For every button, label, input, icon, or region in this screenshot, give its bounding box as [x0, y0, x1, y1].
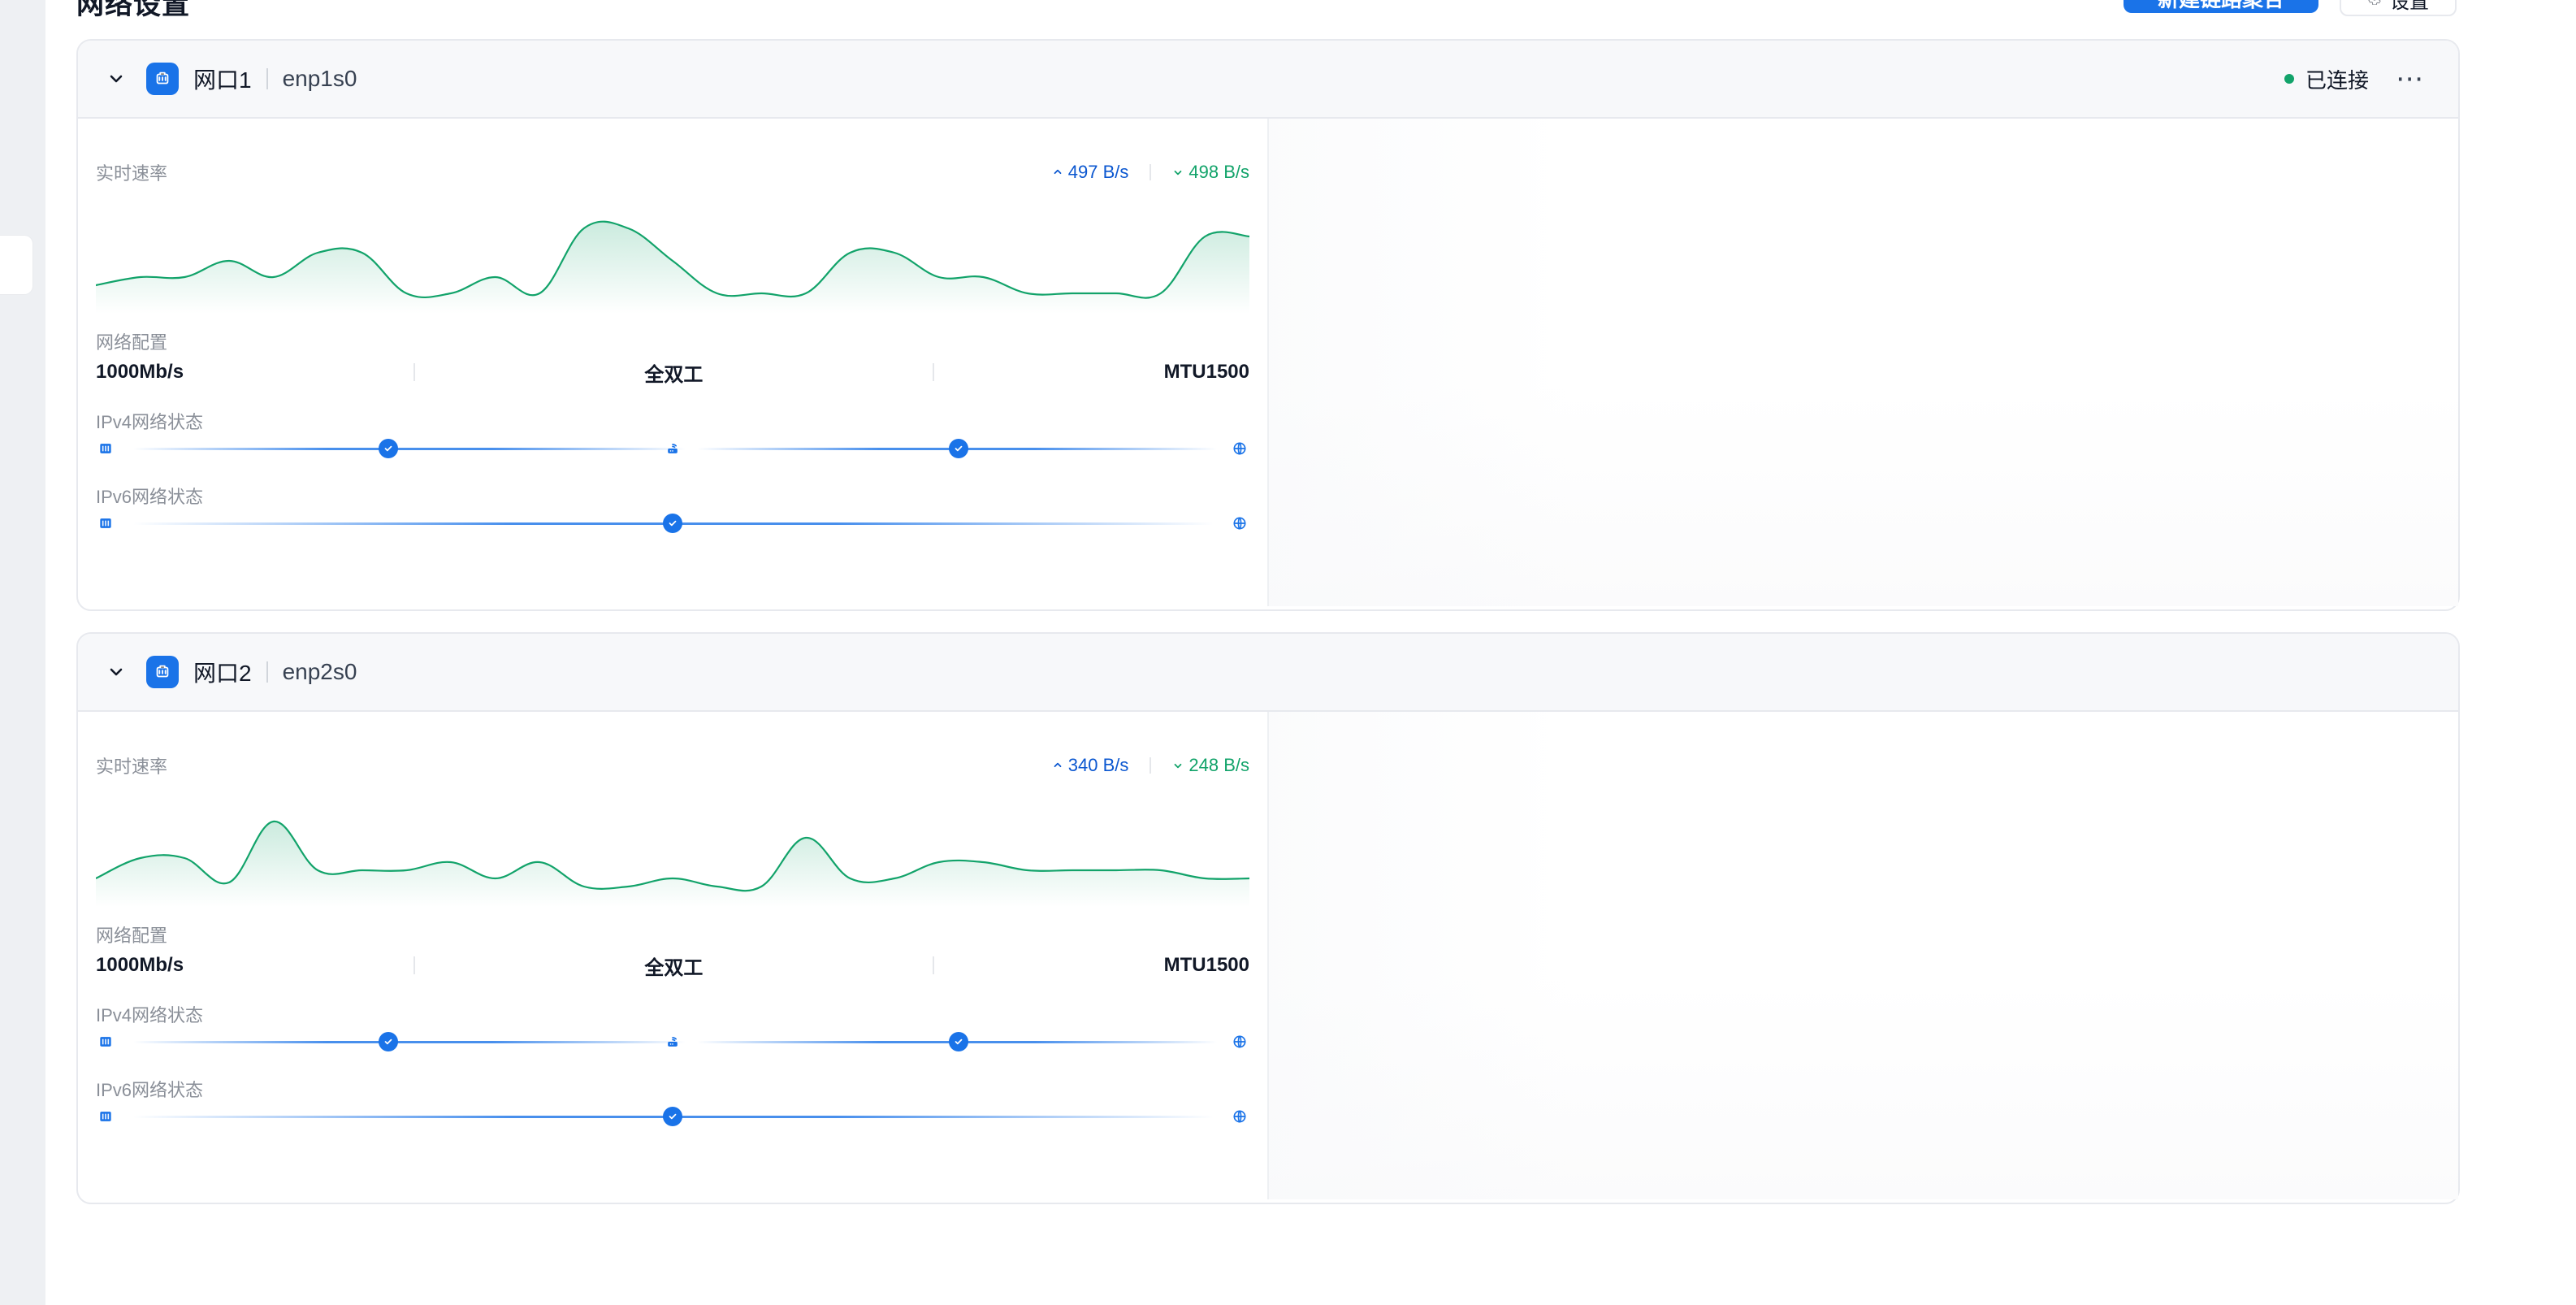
- speed-area: [96, 821, 1249, 907]
- ipv4-check-icon-2: [949, 1032, 968, 1051]
- nas-device-icon: [96, 514, 115, 533]
- ipv6-check-icon: [663, 1107, 682, 1126]
- ipv4-status-label: IPv4网络状态: [96, 1005, 204, 1025]
- chevron-down-icon[interactable]: [102, 658, 130, 686]
- port-card-body-2: 实时速率 340 B/s 248 B/s 网络配置 1000Mb/s 全双工 M…: [78, 712, 2458, 1199]
- ipv4-check-icon-2: [949, 439, 968, 458]
- download-arrow-icon: [1172, 755, 1184, 776]
- settings-button[interactable]: 设置: [2340, 0, 2457, 16]
- port-device: enp2s0: [282, 659, 357, 684]
- speed-divider: [1149, 757, 1152, 774]
- speed-divider: [1149, 164, 1152, 180]
- nas-device-icon: [96, 1107, 115, 1126]
- header-separator: [266, 68, 268, 89]
- download-speed-value: 248 B/s: [1188, 755, 1249, 775]
- download-speed: 248 B/s: [1172, 755, 1249, 776]
- mtu-value: MTU1500: [1163, 361, 1249, 383]
- ethernet-port-icon: [146, 63, 179, 95]
- config-divider: [932, 363, 934, 381]
- ipv4-check-icon-1: [379, 439, 398, 458]
- realtime-speed-chart: [96, 820, 1249, 907]
- download-speed-value: 498 B/s: [1188, 162, 1249, 182]
- port-card-2: 网口2 enp2s0 实时速率 340 B/s 248 B/s 网络配置 100…: [76, 632, 2460, 1204]
- globe-icon: [1230, 439, 1249, 458]
- secondary-button-label: 设置: [2390, 0, 2429, 13]
- globe-icon: [1230, 1032, 1249, 1051]
- upload-arrow-icon: [1052, 162, 1063, 183]
- speed-area: [96, 221, 1249, 314]
- primary-button-label: 新建链路聚合: [2158, 0, 2284, 13]
- ipv6-status-label: IPv6网络状态: [96, 1080, 204, 1100]
- realtime-speed-row: 实时速率 497 B/s 498 B/s: [96, 156, 1249, 189]
- ipv6-check-icon: [663, 514, 682, 533]
- ipv6-status-track: [96, 507, 1249, 540]
- globe-icon: [1230, 514, 1249, 533]
- ipv4-status-track: [96, 1025, 1249, 1058]
- realtime-speed-chart: [96, 220, 1249, 314]
- router-icon: [663, 1032, 682, 1051]
- right-pane-fade: [1269, 119, 2458, 606]
- link-speed: 1000Mb/s: [96, 954, 184, 976]
- ipv4-line-left: [133, 1041, 686, 1043]
- left-sidebar-strip: [0, 0, 45, 1305]
- port-details-pane-2: 实时速率 340 B/s 248 B/s 网络配置 1000Mb/s 全双工 M…: [96, 712, 1266, 1199]
- realtime-speed-label: 实时速率: [96, 163, 168, 184]
- status-dot: [2284, 74, 2294, 84]
- network-config-label: 网络配置: [96, 332, 168, 353]
- ipv4-line-left: [133, 448, 686, 450]
- upload-speed: 497 B/s: [1052, 162, 1129, 183]
- port-card-header-2[interactable]: 网口2 enp2s0: [78, 634, 2458, 712]
- network-config-row: 1000Mb/s 全双工 MTU1500: [96, 949, 1249, 982]
- ethernet-port-icon: [146, 656, 179, 688]
- port-name: 网口1: [193, 67, 252, 93]
- realtime-speed-values: 340 B/s 248 B/s: [1052, 755, 1249, 776]
- upload-speed: 340 B/s: [1052, 755, 1129, 776]
- main-content: 网络设置 新建链路聚合 设置 网口1: [76, 0, 2460, 1305]
- port-device: enp1s0: [282, 66, 357, 91]
- gear-icon: [2367, 0, 2382, 11]
- port-card-header-1[interactable]: 网口1 enp1s0 已连接 ⋯: [78, 41, 2458, 119]
- upload-speed-value: 497 B/s: [1067, 162, 1129, 182]
- nas-device-icon: [96, 1032, 115, 1051]
- page-title: 网络设置: [76, 0, 190, 20]
- port-card-body-1: 实时速率 497 B/s 498 B/s 网络配置 1000Mb/s 全双工 M…: [78, 119, 2458, 606]
- mtu-value: MTU1500: [1163, 954, 1249, 976]
- network-config-label: 网络配置: [96, 926, 168, 946]
- download-arrow-icon: [1172, 162, 1184, 183]
- config-divider: [413, 363, 415, 381]
- upload-speed-value: 340 B/s: [1067, 755, 1129, 775]
- upload-arrow-icon: [1052, 755, 1063, 776]
- ipv4-status-track: [96, 432, 1249, 465]
- header-separator: [266, 661, 268, 683]
- status-text: 已连接: [2305, 67, 2369, 93]
- nas-device-icon: [96, 439, 115, 458]
- duplex-mode: 全双工: [644, 956, 704, 979]
- left-sidebar-notch: [0, 236, 32, 294]
- chevron-down-icon[interactable]: [102, 65, 130, 93]
- port-name: 网口2: [193, 661, 252, 686]
- port-extra-pane-2: [1269, 712, 2458, 1199]
- download-speed: 498 B/s: [1172, 162, 1249, 183]
- ipv4-check-icon-1: [379, 1032, 398, 1051]
- config-divider: [413, 956, 415, 974]
- port-extra-pane-1: [1269, 119, 2458, 606]
- realtime-speed-row: 实时速率 340 B/s 248 B/s: [96, 749, 1249, 782]
- ipv6-status-label: IPv6网络状态: [96, 487, 204, 507]
- network-config-row: 1000Mb/s 全双工 MTU1500: [96, 356, 1249, 388]
- config-divider: [932, 956, 934, 974]
- router-icon: [663, 439, 682, 458]
- port-card-1: 网口1 enp1s0 已连接 ⋯ 实时速率 497 B/s 498 B/s 网络…: [76, 39, 2460, 611]
- ipv4-status-label: IPv4网络状态: [96, 412, 204, 432]
- right-pane-fade: [1269, 712, 2458, 1199]
- more-options-icon[interactable]: ⋯: [2393, 63, 2426, 95]
- ipv6-status-track: [96, 1100, 1249, 1133]
- connection-status: 已连接: [2284, 64, 2369, 94]
- globe-icon: [1230, 1107, 1249, 1126]
- link-speed: 1000Mb/s: [96, 361, 184, 383]
- realtime-speed-label: 实时速率: [96, 757, 168, 777]
- realtime-speed-values: 497 B/s 498 B/s: [1052, 162, 1249, 183]
- new-link-aggregation-button[interactable]: 新建链路聚合: [2124, 0, 2318, 13]
- duplex-mode: 全双工: [644, 363, 704, 386]
- port-details-pane-1: 实时速率 497 B/s 498 B/s 网络配置 1000Mb/s 全双工 M…: [96, 119, 1266, 606]
